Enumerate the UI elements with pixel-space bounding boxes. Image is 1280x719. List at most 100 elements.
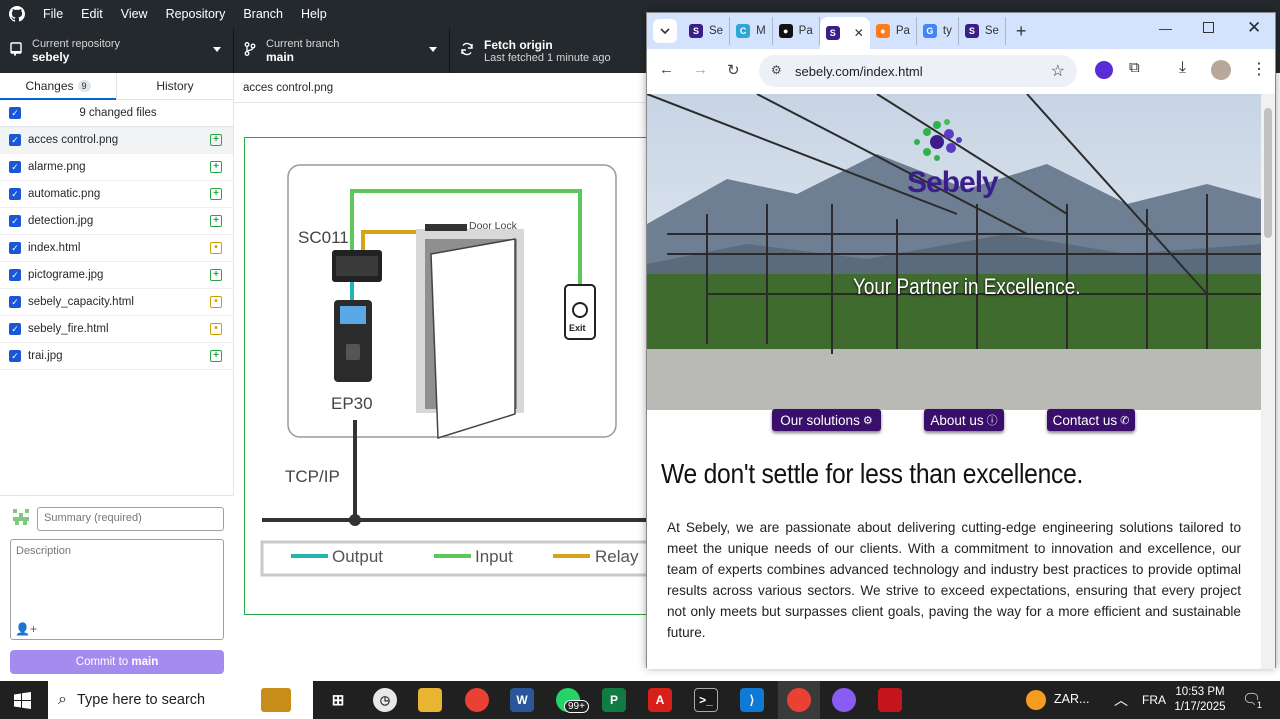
menu-help[interactable]: Help bbox=[292, 7, 336, 21]
reload-icon[interactable]: ↻ bbox=[727, 61, 740, 79]
access-control-diagram bbox=[245, 138, 667, 614]
site-info-icon[interactable]: ⚙ bbox=[771, 63, 782, 77]
browser-tab-title: M bbox=[756, 25, 766, 37]
chevron-down-icon bbox=[429, 47, 437, 52]
file-checkbox[interactable]: ✓ bbox=[9, 350, 21, 362]
forward-icon[interactable]: → bbox=[693, 61, 708, 78]
nav-contact-us[interactable]: Contact us ✆ bbox=[1047, 409, 1135, 431]
browser-tab[interactable]: S Se bbox=[959, 17, 1006, 45]
added-status-icon: + bbox=[210, 215, 222, 227]
nav-about-us[interactable]: About us ⓘ bbox=[924, 409, 1004, 431]
browser-tab-title: Pa bbox=[895, 25, 910, 37]
nav-our-solutions[interactable]: Our solutions ⚙ bbox=[772, 409, 881, 431]
google-icon: G bbox=[922, 24, 937, 38]
commit-button[interactable]: Commit to main bbox=[10, 650, 224, 674]
acrobat-icon[interactable]: A bbox=[648, 688, 672, 712]
vscode-icon[interactable]: ⟩ bbox=[740, 688, 764, 712]
mcafee-icon[interactable] bbox=[878, 688, 902, 712]
file-list-item[interactable]: ✓ index.html • bbox=[0, 235, 233, 262]
project-icon[interactable]: P bbox=[602, 688, 626, 712]
file-checkbox[interactable]: ✓ bbox=[9, 269, 21, 281]
file-checkbox[interactable]: ✓ bbox=[9, 188, 21, 200]
windows-start-icon[interactable] bbox=[14, 692, 31, 712]
taskbar-search[interactable]: ⌕ Type here to search bbox=[48, 681, 313, 719]
summary-input[interactable]: Summary (required) bbox=[37, 507, 224, 531]
changes-count-badge: 9 bbox=[77, 80, 91, 92]
new-tab-button[interactable]: + bbox=[1016, 21, 1027, 42]
browser-tab[interactable]: S Se bbox=[683, 17, 731, 45]
file-list-item[interactable]: ✓ acces control.png + bbox=[0, 127, 233, 154]
page-scrollbar[interactable] bbox=[1261, 94, 1275, 669]
weather-text[interactable]: ZAR... bbox=[1054, 692, 1089, 706]
word-icon[interactable]: W bbox=[510, 688, 534, 712]
chrome-taskbar-icon[interactable] bbox=[465, 688, 489, 712]
file-list-item[interactable]: ✓ pictograme.jpg + bbox=[0, 262, 233, 289]
browser-tab[interactable]: CM bbox=[730, 17, 773, 45]
clock-date: 1/17/2025 bbox=[1174, 701, 1226, 713]
menu-edit[interactable]: Edit bbox=[72, 7, 112, 21]
add-coauthor-icon[interactable]: 👤+ bbox=[15, 622, 37, 636]
scroll-thumb[interactable] bbox=[1264, 108, 1272, 238]
menu-file[interactable]: File bbox=[34, 7, 72, 21]
select-all-checkbox[interactable]: ✓ bbox=[9, 107, 21, 119]
menu-kebab-icon[interactable]: ⋮ bbox=[1251, 59, 1267, 79]
clock-app-icon[interactable]: ◷ bbox=[373, 688, 397, 712]
current-branch-button[interactable]: Current branch main bbox=[234, 28, 450, 73]
fetch-origin-button[interactable]: Fetch origin Last fetched 1 minute ago bbox=[450, 28, 650, 73]
browser-tab[interactable]: ● Pa bbox=[773, 17, 820, 45]
back-icon[interactable]: ← bbox=[659, 61, 674, 78]
url-bar[interactable]: ⚙ sebely.com/index.html ☆ bbox=[759, 55, 1077, 87]
file-checkbox[interactable]: ✓ bbox=[9, 215, 21, 227]
file-list-item[interactable]: ✓ trai.jpg + bbox=[0, 343, 233, 370]
file-explorer-icon[interactable] bbox=[418, 688, 442, 712]
github-logo-icon bbox=[0, 6, 34, 22]
download-icon[interactable]: ⤓ bbox=[1179, 59, 1186, 77]
branch-label: Current branch bbox=[266, 37, 340, 50]
weather-icon[interactable] bbox=[1026, 690, 1046, 710]
file-list-item[interactable]: ✓ automatic.png + bbox=[0, 181, 233, 208]
tab-changes[interactable]: Changes 9 bbox=[0, 73, 117, 100]
tab-search-button[interactable] bbox=[647, 19, 683, 43]
file-checkbox[interactable]: ✓ bbox=[9, 323, 21, 335]
bookmark-star-icon[interactable]: ☆ bbox=[1051, 61, 1065, 81]
github-desktop-icon[interactable] bbox=[832, 688, 856, 712]
minimize-icon[interactable]: — bbox=[1159, 21, 1172, 36]
menu-branch[interactable]: Branch bbox=[234, 7, 292, 21]
task-view-icon[interactable]: ⊞ bbox=[326, 688, 350, 712]
chrome-active-icon[interactable] bbox=[787, 688, 811, 712]
current-repository-button[interactable]: Current repository sebely bbox=[0, 28, 234, 73]
extension-icon[interactable] bbox=[1095, 61, 1113, 79]
extensions-puzzle-icon[interactable]: ⧉ bbox=[1129, 59, 1140, 76]
close-icon[interactable]: ✕ bbox=[1247, 18, 1261, 38]
changed-files-header: ✓ 9 changed files bbox=[0, 100, 233, 127]
menu-view[interactable]: View bbox=[112, 7, 157, 21]
file-list-item[interactable]: ✓ sebely_fire.html • bbox=[0, 316, 233, 343]
file-checkbox[interactable]: ✓ bbox=[9, 161, 21, 173]
browser-tabs: S Se C M ● Pa S ✕ ● Pa Gty S Se bbox=[683, 13, 1006, 49]
file-list-item[interactable]: ✓ detection.jpg + bbox=[0, 208, 233, 235]
browser-tab-title: Se bbox=[709, 25, 724, 37]
terminal-icon[interactable]: >_ bbox=[694, 688, 718, 712]
nav-contact-label: Contact us bbox=[1052, 412, 1118, 428]
browser-tab[interactable]: Gty bbox=[917, 17, 959, 45]
file-list-item[interactable]: ✓ sebely_capacity.html • bbox=[0, 289, 233, 316]
file-checkbox[interactable]: ✓ bbox=[9, 134, 21, 146]
file-checkbox[interactable]: ✓ bbox=[9, 242, 21, 254]
file-list-item[interactable]: ✓ alarme.png + bbox=[0, 154, 233, 181]
file-name: index.html bbox=[28, 242, 81, 254]
file-checkbox[interactable]: ✓ bbox=[9, 296, 21, 308]
close-tab-icon[interactable]: ✕ bbox=[854, 26, 864, 40]
language-indicator[interactable]: FRA bbox=[1142, 693, 1166, 707]
maximize-icon[interactable] bbox=[1203, 22, 1214, 33]
web-page: Sebely Your Partner in Excellence. Our s… bbox=[647, 94, 1261, 669]
chevron-up-icon[interactable]: ︿ bbox=[1114, 690, 1128, 710]
browser-tab[interactable]: ● Pa bbox=[870, 17, 917, 45]
profile-avatar[interactable] bbox=[1211, 60, 1231, 80]
file-name: automatic.png bbox=[28, 188, 101, 200]
clock[interactable]: 10:53 PM 1/17/2025 bbox=[1174, 685, 1226, 715]
sidebar-tabs: Changes 9 History bbox=[0, 73, 233, 100]
tab-history[interactable]: History bbox=[117, 73, 233, 99]
description-input[interactable]: Description 👤+ bbox=[10, 539, 224, 640]
menu-repository[interactable]: Repository bbox=[157, 7, 235, 21]
browser-tab[interactable]: S ✕ bbox=[819, 17, 870, 49]
